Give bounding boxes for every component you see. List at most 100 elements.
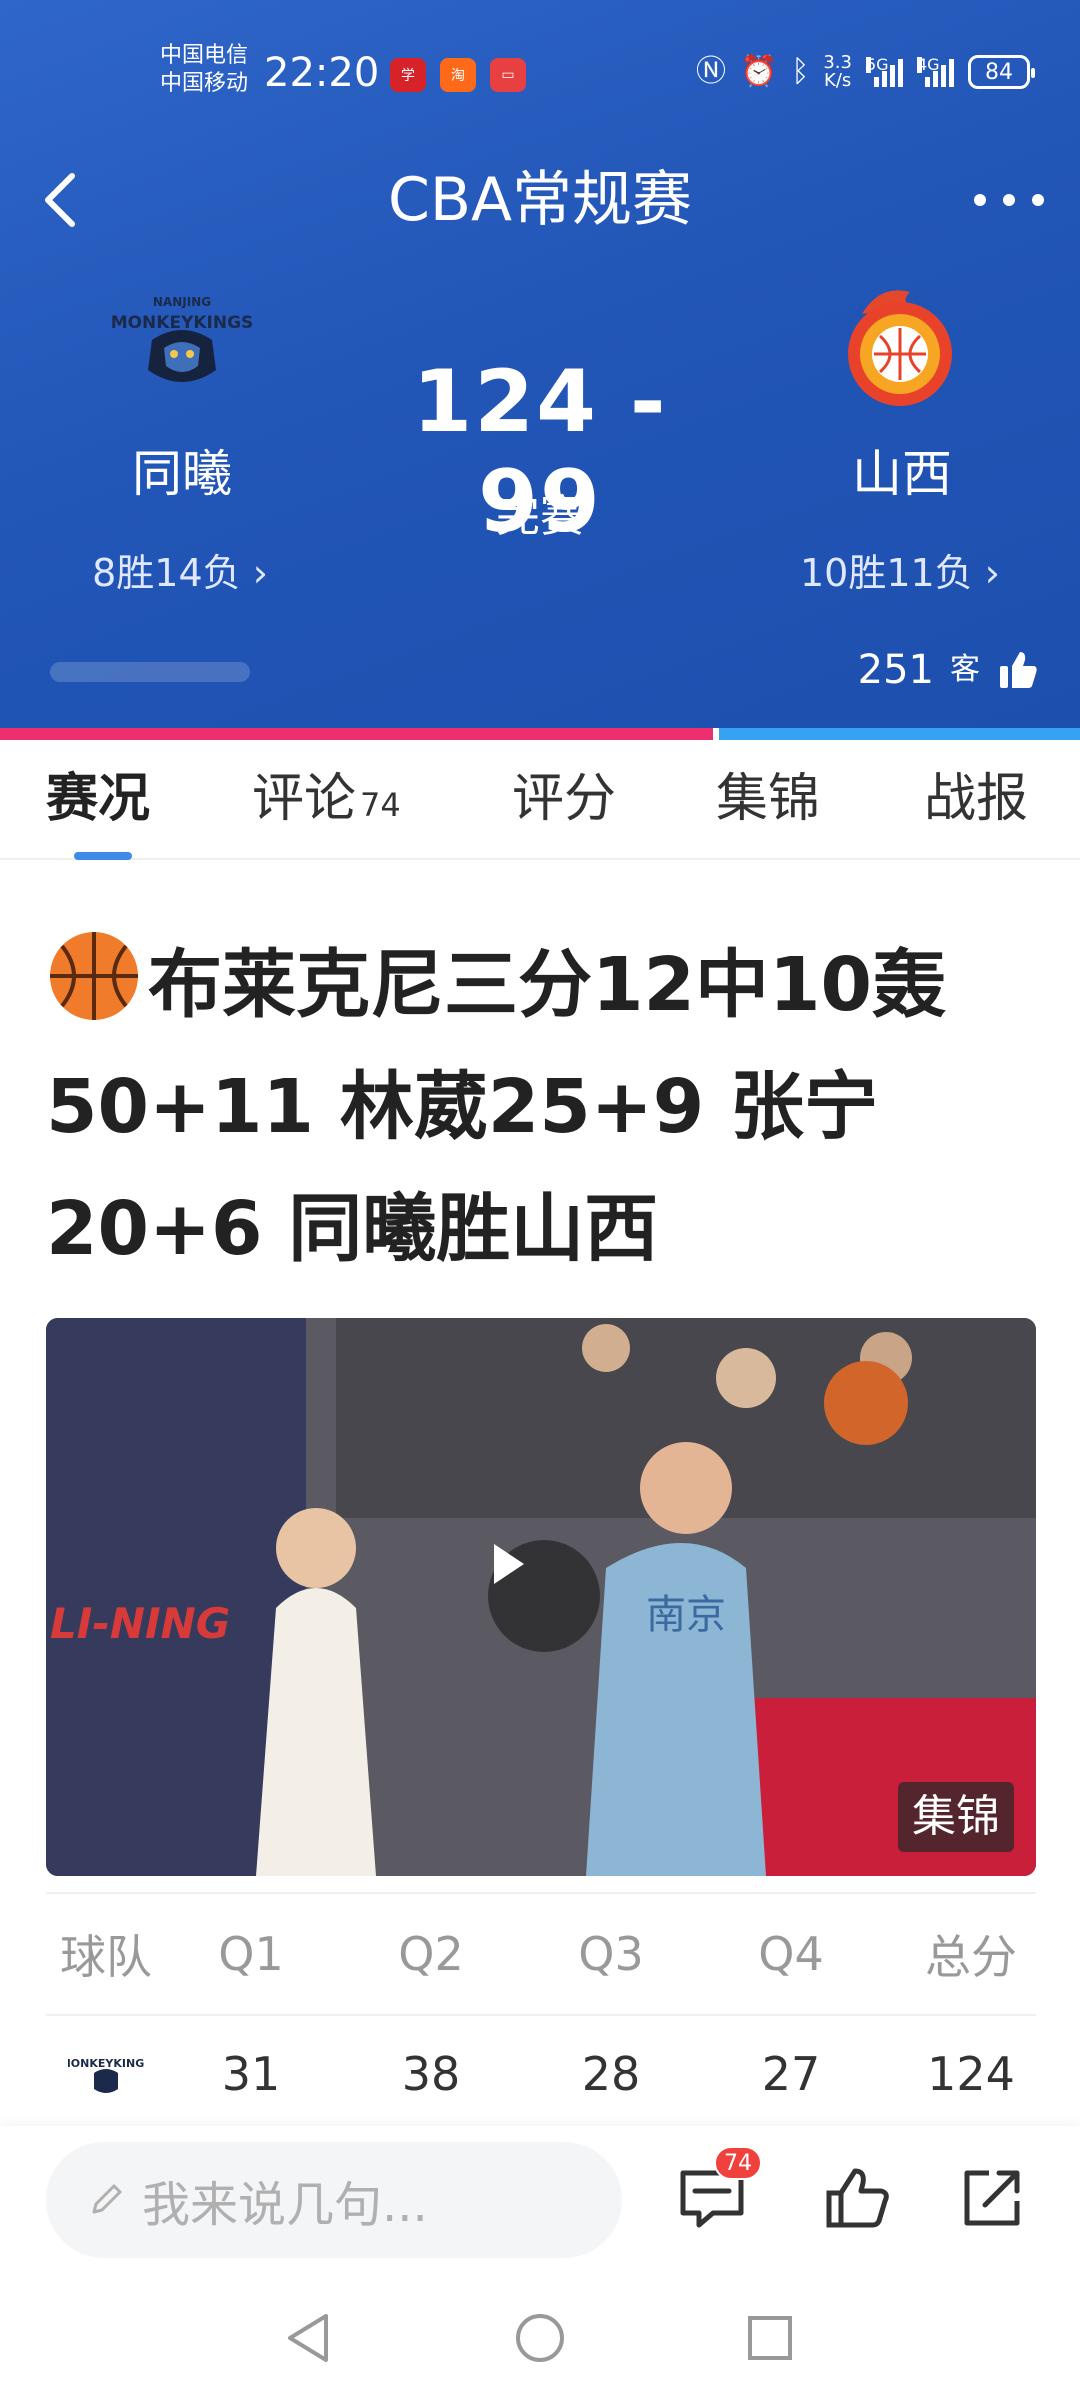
play-button[interactable]: [488, 1540, 600, 1652]
cell-q4: 27: [761, 2047, 821, 2101]
tab-highlights-label: 集锦: [716, 769, 821, 829]
clock: 22:20: [264, 50, 380, 96]
team-logo-cell: MONKEYKINGS: [46, 2016, 166, 2132]
status-bar: 中国电信 中国移动 22:20 学 淘 ▭ Ⓝ ⏰ ᛒ 3.3 K/s 5G 4…: [0, 40, 1080, 110]
article-headline[interactable]: 布莱克尼三分12中10轰50+11 林葳25+9 张宁20+6 同曦胜山西: [46, 924, 1036, 1290]
comment-bar: 我来说几句... 74: [0, 2126, 1080, 2278]
tab-bar: 赛况 评论 74 评分 集锦 战报: [0, 740, 1080, 860]
tab-report-label: 战报: [924, 769, 1029, 829]
col-team: 球队: [60, 1930, 152, 1984]
jersey-text: 南京: [646, 1592, 726, 1638]
col-q2: Q2: [398, 1927, 464, 1981]
battery-icon: 84: [968, 55, 1035, 89]
system-home-button[interactable]: [510, 2308, 570, 2368]
col-q1: Q1: [218, 1927, 284, 1981]
col-q3: Q3: [578, 1927, 644, 1981]
share-button[interactable]: [952, 2158, 1032, 2238]
quarter-score-table: 球队 Q1 Q2 Q3 Q4 总分 MONKEYKINGS 31 38 28 2…: [46, 1892, 1036, 2132]
tab-live[interactable]: 赛况: [46, 768, 150, 830]
support-watermark: [50, 652, 250, 692]
monkeykings-logo-icon: NANJING MONKEYKINGS: [111, 295, 253, 382]
triangle-back-icon: [288, 2314, 328, 2362]
away-record-text: 10胜11负: [800, 551, 973, 595]
taobao-app-icon: 淘: [440, 58, 476, 92]
tab-ratings[interactable]: 评分: [512, 768, 616, 830]
net-speed: 3.3 K/s: [823, 54, 852, 90]
support-ratio-bar: [0, 728, 1080, 740]
support-count: 251: [857, 647, 934, 693]
lining-logo-text: LI-NING: [50, 1599, 230, 1648]
home-team-name[interactable]: 同曦: [52, 444, 312, 504]
square-recents-icon: [748, 2316, 792, 2360]
comment-input[interactable]: 我来说几句...: [46, 2142, 622, 2258]
app-root: 中国电信 中国移动 22:20 学 淘 ▭ Ⓝ ⏰ ᛒ 3.3 K/s 5G 4…: [0, 0, 1080, 2400]
support-row: 251 客: [858, 646, 1040, 694]
study-app-icon: 学: [390, 58, 426, 92]
alarm-icon: ⏰: [740, 54, 778, 89]
like-button[interactable]: [818, 2158, 898, 2238]
home-team-logo[interactable]: NANJING MONKEYKINGS: [111, 290, 253, 400]
comments-button[interactable]: 74: [672, 2146, 762, 2238]
basketball-icon: [50, 932, 138, 1020]
chevron-right-icon: ›: [972, 551, 1000, 595]
more-options-button[interactable]: [974, 180, 1044, 220]
home-record-text: 8胜14负: [92, 551, 241, 595]
highlight-video[interactable]: LI-NING 南京 集锦: [46, 1318, 1036, 1876]
thumbs-up-outline-icon: [826, 2168, 889, 2228]
bluetooth-icon: ᛒ: [791, 54, 810, 89]
system-navigation-bar: [0, 2278, 1080, 2400]
col-total: 总分: [925, 1930, 1017, 1984]
pencil-icon: [92, 2184, 122, 2214]
nav-bar: CBA常规赛: [0, 150, 1080, 250]
nfc-icon: Ⓝ: [696, 54, 726, 89]
support-label: 客: [950, 652, 980, 687]
table-header-row: 球队 Q1 Q2 Q3 Q4 总分: [46, 1892, 1036, 2014]
circle-home-icon: [516, 2314, 564, 2362]
thumbs-up-icon[interactable]: [996, 648, 1040, 692]
cell-q2: 38: [401, 2047, 461, 2101]
col-q4: Q4: [758, 1927, 824, 1981]
home-team-record[interactable]: 8胜14负 ›: [30, 550, 330, 596]
away-team-logo[interactable]: [840, 284, 980, 406]
away-team-name[interactable]: 山西: [772, 444, 1032, 504]
cell-total: 124: [927, 2047, 1015, 2101]
tab-comments-label: 评论: [252, 769, 357, 829]
notification-icons: 学 淘 ▭: [390, 58, 526, 92]
tab-live-label: 赛况: [46, 769, 151, 829]
watermark-graphic: [50, 662, 250, 682]
page-title: CBA常规赛: [387, 165, 693, 235]
match-status: 完赛: [496, 491, 584, 542]
huawei-app-icon: ▭: [490, 58, 526, 92]
table-row: MONKEYKINGS 31 38 28 27 124: [46, 2014, 1036, 2132]
net-type-1: 5G: [866, 55, 889, 74]
share-icon: [964, 2170, 1020, 2226]
away-team-record[interactable]: 10胜11负 ›: [750, 550, 1050, 596]
tab-comments[interactable]: 评论 74: [252, 768, 401, 836]
system-recents-button[interactable]: [740, 2308, 800, 2368]
comment-placeholder: 我来说几句...: [142, 2177, 428, 2233]
shanxi-loongs-logo-icon: [848, 290, 952, 406]
play-icon: [494, 1544, 524, 1584]
tab-report[interactable]: 战报: [924, 768, 1028, 830]
status-indicators: Ⓝ ⏰ ᛒ 3.3 K/s 5G 4G 84: [696, 52, 1035, 92]
system-back-button[interactable]: [278, 2308, 338, 2368]
home-support-bar: [0, 728, 713, 740]
tab-highlights[interactable]: 集锦: [716, 768, 820, 830]
chevron-right-icon: ›: [240, 551, 268, 595]
video-tag: 集锦: [898, 1782, 1014, 1852]
net-speed-unit: K/s: [824, 70, 852, 91]
tab-comments-count: 74: [360, 786, 401, 824]
cell-q3: 28: [581, 2047, 641, 2101]
small-logo-text: MONKEYKINGS: [68, 2057, 144, 2070]
more-dot-icon: [974, 194, 986, 206]
battery-level: 84: [985, 59, 1013, 85]
monkeykings-small-logo-icon: MONKEYKINGS: [68, 2057, 144, 2093]
more-dot-icon: [1032, 194, 1044, 206]
carrier-info: 中国电信 中国移动: [160, 42, 248, 98]
signal-4g-icon: 4G: [917, 57, 954, 87]
match-header: 中国电信 中国移动 22:20 学 淘 ▭ Ⓝ ⏰ ᛒ 3.3 K/s 5G 4…: [0, 0, 1080, 728]
svg-text:NANJING: NANJING: [153, 295, 211, 309]
more-dot-icon: [1003, 194, 1015, 206]
away-support-bar: [718, 728, 1080, 740]
net-type-2: 4G: [917, 55, 940, 74]
